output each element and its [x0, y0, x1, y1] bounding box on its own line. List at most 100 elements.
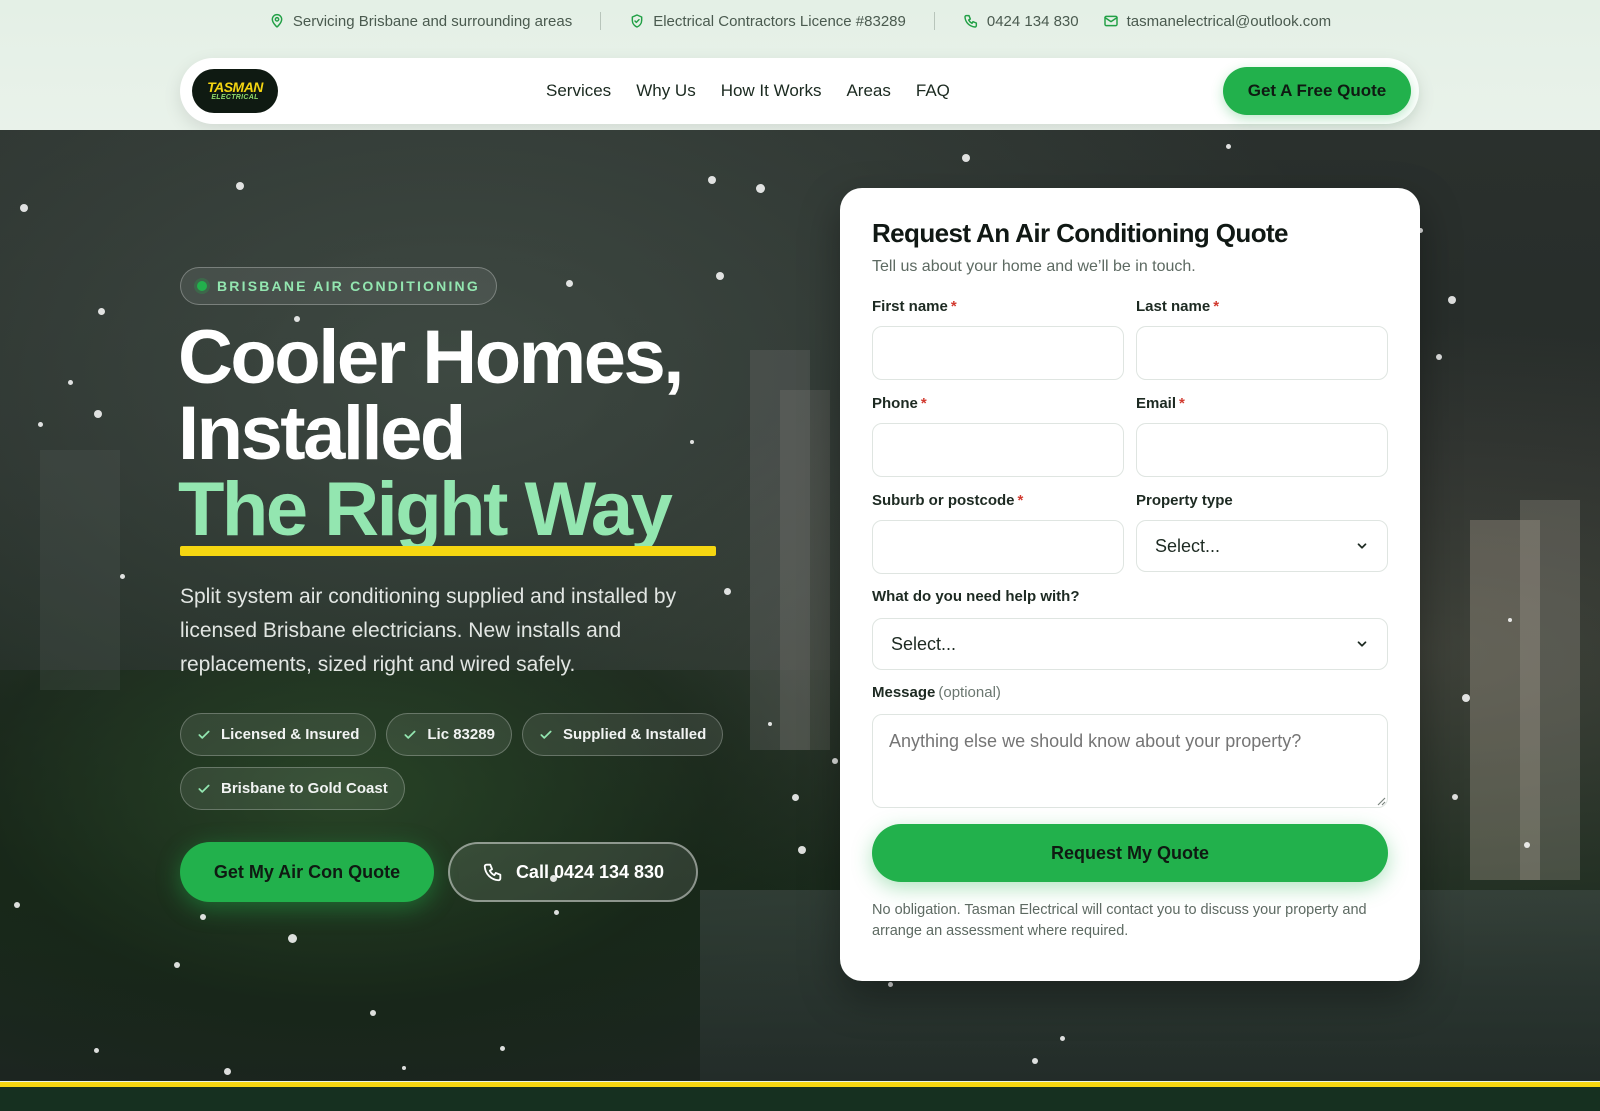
snow-dot: [792, 794, 799, 801]
chevron-down-icon: [1357, 641, 1367, 647]
call-button[interactable]: Call 0424 134 830: [448, 842, 698, 902]
snow-dot: [1436, 354, 1442, 360]
top-header: Servicing Brisbane and surrounding areas…: [0, 0, 1600, 130]
headline-line-2: Installed: [178, 391, 466, 476]
nav-link-how-it-works[interactable]: How It Works: [721, 81, 822, 101]
logo-subtitle: ELECTRICAL: [211, 93, 259, 101]
check-icon: [404, 730, 416, 739]
first-name-label-text: First name: [872, 298, 948, 315]
headline-underline: [180, 546, 716, 556]
nav-link-faq[interactable]: FAQ: [916, 81, 950, 101]
free-quote-button[interactable]: Get A Free Quote: [1223, 67, 1411, 115]
call-button-label: Call 0424 134 830: [515, 861, 665, 882]
email-label: Email *: [1136, 395, 1185, 412]
shield-check-icon: [631, 14, 643, 28]
check-icon: [198, 784, 210, 793]
headline-line-1: Cooler Homes,: [178, 315, 684, 400]
snow-dot: [20, 204, 28, 212]
email-label-text: Email: [1136, 395, 1177, 412]
snow-dot: [1524, 842, 1530, 848]
chip-label: Brisbane to Gold Coast: [221, 780, 388, 797]
snow-dot: [224, 1068, 231, 1075]
snow-dot: [1452, 794, 1458, 800]
message-label: Message (optional): [872, 684, 1001, 701]
suburb-label: Suburb or postcode *: [872, 492, 1023, 509]
divider: [600, 12, 602, 30]
last-name-input[interactable]: [1136, 326, 1388, 380]
divider: [933, 12, 935, 30]
form-disclaimer: No obligation. Tasman Electrical will co…: [872, 902, 1367, 939]
mail-icon: [1103, 15, 1118, 27]
suburb-label-text: Suburb or postcode: [872, 492, 1015, 509]
logo[interactable]: TASMAN ELECTRICAL: [192, 69, 278, 113]
trust-chips: Licensed & Insured Lic 83289 Supplied & …: [180, 713, 740, 810]
property-type-label: Property type: [1136, 492, 1233, 509]
map-pin-icon: [271, 14, 283, 28]
required-marker: *: [1213, 298, 1220, 315]
resize-handle-icon[interactable]: [1376, 796, 1386, 806]
logo-wordmark: TASMAN: [207, 78, 263, 95]
snow-dot: [294, 316, 300, 322]
snow-dot: [768, 722, 772, 726]
hero-headline: Cooler Homes, Installed The Right Way: [178, 320, 818, 548]
nav-link-why-us[interactable]: Why Us: [636, 81, 696, 101]
last-name-label-text: Last name: [1136, 298, 1211, 315]
status-dot: [197, 281, 207, 291]
snow-dot: [38, 422, 43, 427]
phone-label-text: Phone: [872, 395, 918, 412]
quote-form-card: Request An Air Conditioning Quote Tell u…: [840, 188, 1420, 981]
licence-info: Electrical Contractors Licence #83289: [629, 13, 906, 30]
message-textarea[interactable]: [872, 714, 1388, 808]
snow-dot: [120, 574, 125, 579]
chip-label: Supplied & Installed: [562, 726, 707, 743]
first-name-label: First name *: [872, 298, 957, 315]
licence-text: Electrical Contractors Licence #83289: [653, 12, 906, 30]
email-text: tasmanelectrical@outlook.com: [1126, 12, 1332, 30]
snow-dot: [832, 758, 838, 764]
chevron-down-icon: [1357, 543, 1367, 549]
snow-dot: [888, 982, 893, 987]
snow-dot: [500, 1046, 505, 1051]
navbar: TASMAN ELECTRICAL Services Why Us How It…: [180, 58, 1419, 124]
snow-dot: [174, 962, 180, 968]
snow-dot: [550, 875, 557, 882]
hero-description: Split system air conditioning supplied a…: [180, 585, 677, 676]
phone-icon: [483, 863, 502, 882]
chip-label: Licensed & Insured: [221, 726, 360, 743]
snow-dot: [1462, 694, 1470, 702]
help-select[interactable]: Select...: [872, 618, 1388, 670]
property-type-value: Select...: [1155, 535, 1221, 556]
required-marker: *: [1017, 492, 1024, 509]
nav-links: Services Why Us How It Works Areas FAQ: [546, 58, 950, 124]
phone-input[interactable]: [872, 423, 1124, 477]
required-marker: *: [920, 395, 927, 412]
snow-dot: [236, 182, 244, 190]
form-subtitle: Tell us about your home and we’ll be in …: [872, 258, 1196, 275]
snow-dot: [756, 184, 765, 193]
email-input[interactable]: [1136, 423, 1388, 477]
phone-text: 0424 134 830: [986, 12, 1079, 30]
first-name-input[interactable]: [872, 326, 1124, 380]
phone-link[interactable]: 0424 134 830: [963, 13, 1079, 30]
nav-link-services[interactable]: Services: [546, 81, 611, 101]
snow-dot: [1060, 1036, 1065, 1041]
air-con-quote-button[interactable]: Get My Air Con Quote: [180, 842, 434, 902]
property-type-select[interactable]: Select...: [1136, 520, 1388, 572]
snow-dot: [94, 410, 102, 418]
check-icon: [540, 730, 552, 739]
snow-dot: [1448, 296, 1456, 304]
request-quote-button[interactable]: Request My Quote: [872, 824, 1388, 882]
suburb-input[interactable]: [872, 520, 1124, 574]
trust-chip: Supplied & Installed: [521, 713, 724, 756]
form-title: Request An Air Conditioning Quote: [872, 218, 1289, 248]
snow-dot: [716, 272, 724, 280]
nav-link-areas[interactable]: Areas: [846, 81, 890, 101]
category-badge: BRISBANE AIR CONDITIONING: [180, 267, 497, 305]
info-bar: Servicing Brisbane and surrounding areas…: [0, 9, 1600, 33]
service-area-text: Servicing Brisbane and surrounding areas: [292, 12, 573, 30]
snow-dot: [1226, 144, 1231, 149]
snow-dot: [1508, 618, 1512, 622]
chip-label: Lic 83289: [427, 726, 495, 743]
email-link[interactable]: tasmanelectrical@outlook.com: [1103, 13, 1331, 30]
background-building: [40, 450, 120, 690]
